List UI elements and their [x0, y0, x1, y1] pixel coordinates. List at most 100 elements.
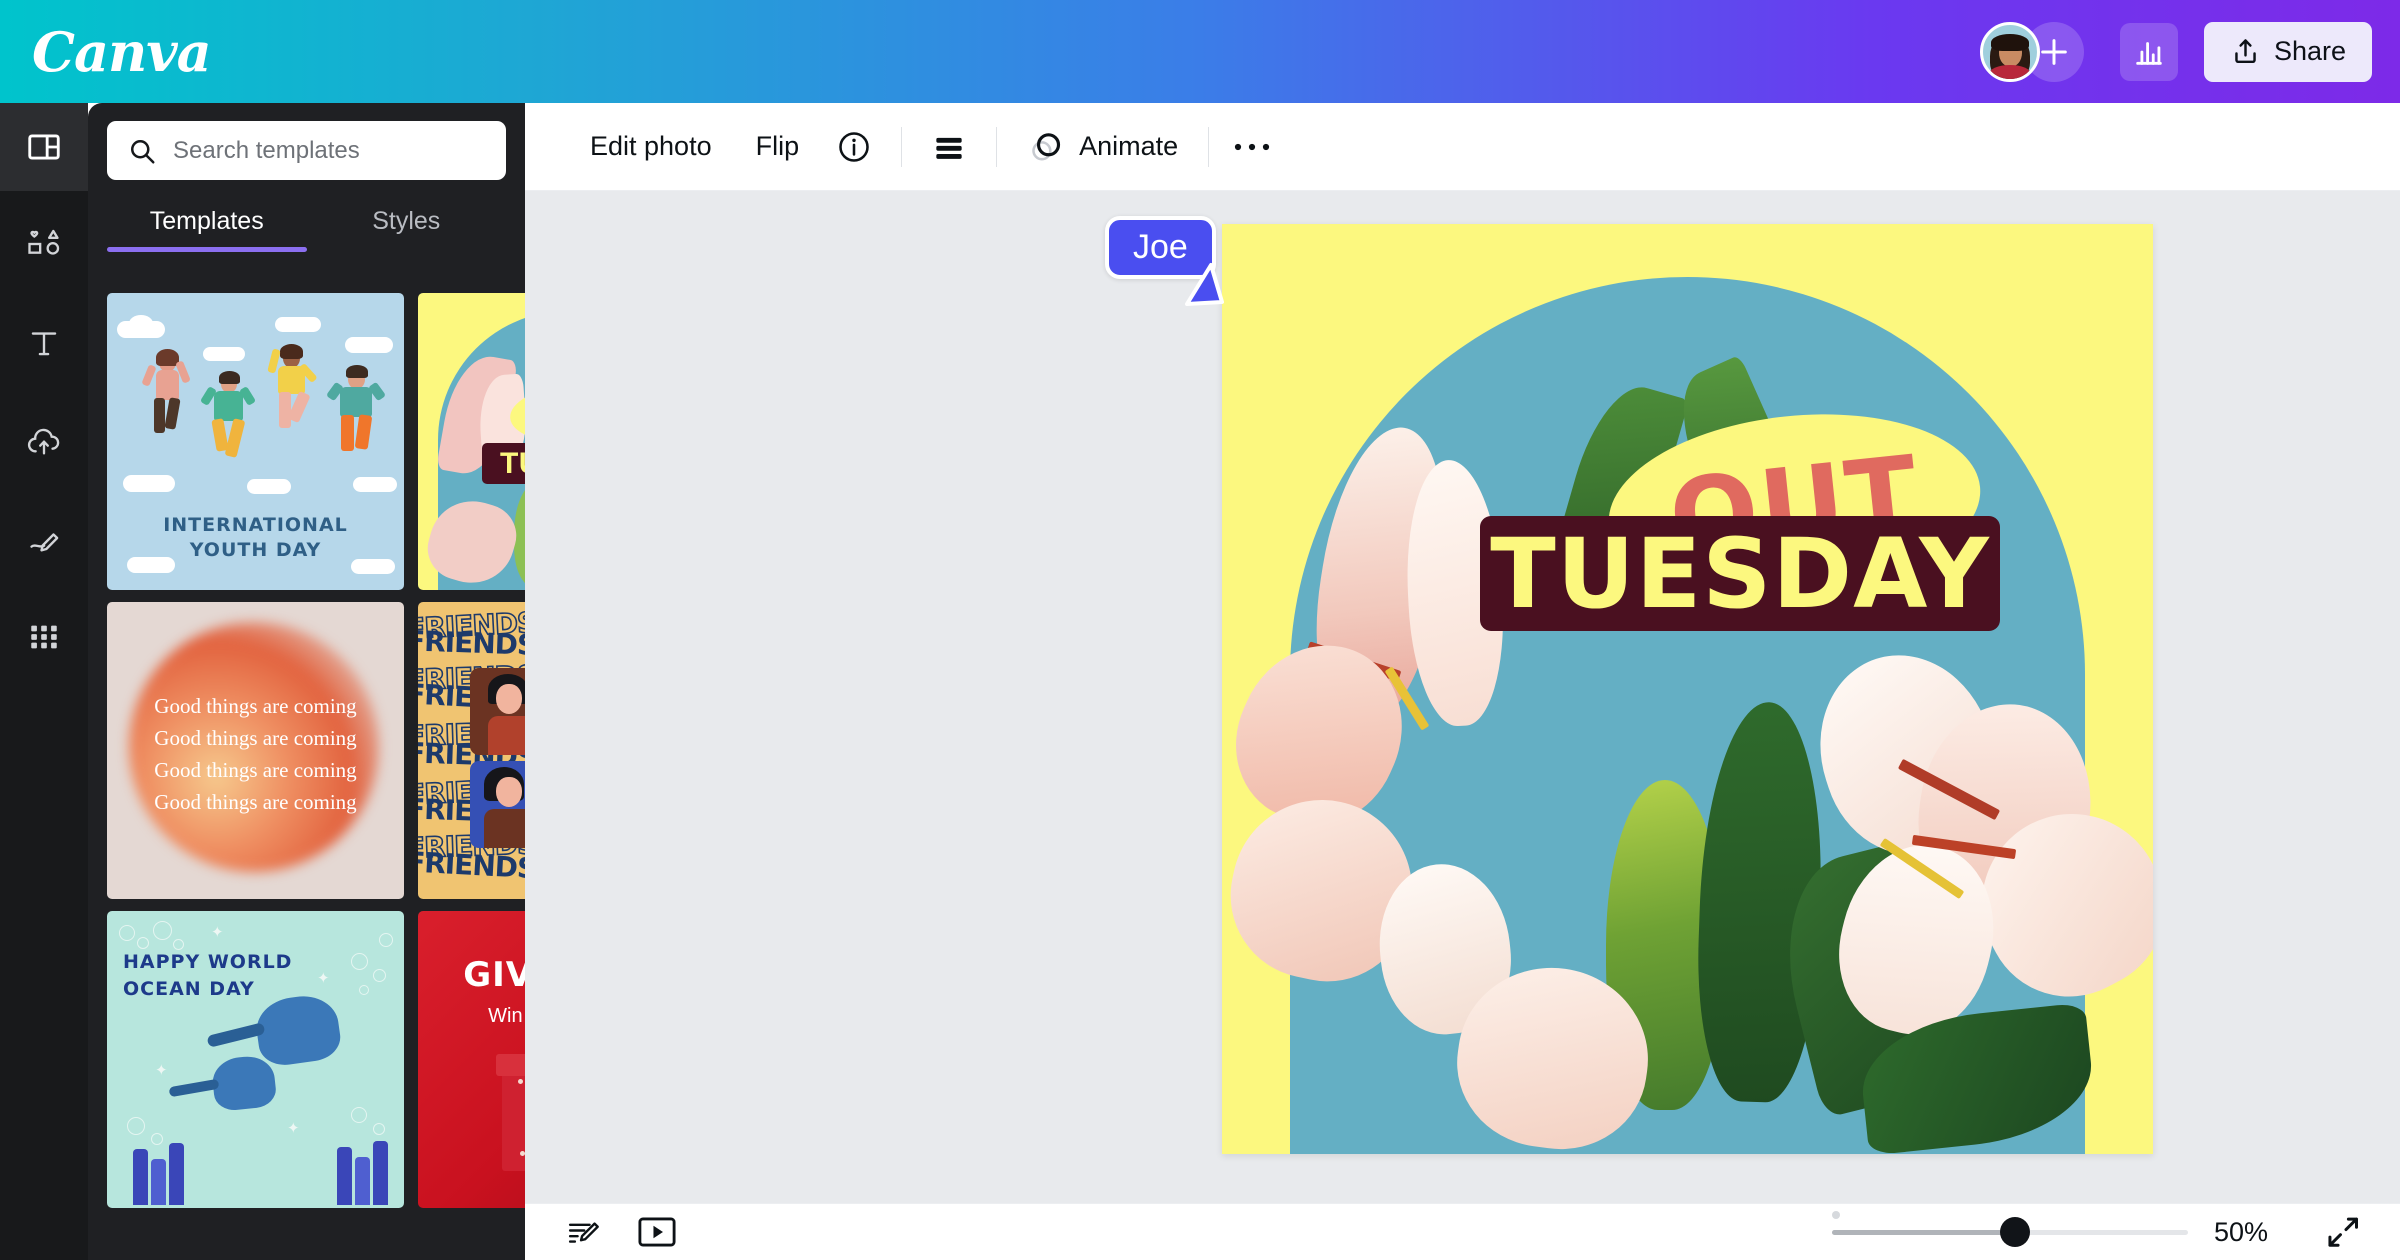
flip-button[interactable]: Flip — [734, 120, 822, 174]
sidebar-item-text[interactable] — [0, 299, 88, 387]
info-button[interactable] — [827, 120, 881, 174]
notes-button[interactable] — [557, 1208, 609, 1256]
present-play-icon — [638, 1217, 676, 1247]
cloud-shape — [203, 347, 245, 361]
tuesday-banner[interactable]: TUESDAY — [1480, 516, 2000, 631]
tab-styles[interactable]: Styles — [307, 193, 507, 252]
share-label: Share — [2273, 36, 2346, 66]
template-banner: TUESDAY — [482, 443, 525, 484]
canva-logo[interactable]: Canva — [32, 25, 212, 79]
person-illustration — [267, 343, 325, 453]
layout-panel-icon — [28, 134, 60, 160]
stats-button[interactable] — [2119, 22, 2178, 81]
toolbar-divider — [1208, 126, 1210, 167]
templates-panel: Templates Styles — [88, 103, 525, 1260]
template-grid: International youth day OUT TUESDAY Good… — [88, 293, 525, 1260]
template-thumbnail[interactable]: International youth day — [107, 293, 404, 590]
template-thumbnail[interactable]: Good things are coming Good things are c… — [107, 602, 404, 899]
animate-button[interactable]: Animate — [1011, 120, 1194, 174]
stingray-tail — [206, 1022, 266, 1048]
sidebar-item-apps[interactable] — [0, 593, 88, 681]
share-button[interactable]: Share — [2203, 21, 2372, 82]
person-cell — [470, 668, 525, 755]
more-options-button[interactable] — [1223, 120, 1281, 174]
animate-circles-icon — [1032, 132, 1061, 160]
text-t-icon — [31, 332, 57, 356]
template-thumbnail[interactable]: OUT TUESDAY — [418, 293, 525, 590]
gift-lid — [496, 1054, 525, 1076]
template-title: Happy world ocean day — [123, 951, 293, 1000]
search-bar[interactable] — [107, 121, 506, 180]
starfish-icon: ✦ — [155, 1062, 168, 1079]
template-thumbnail[interactable]: FRIENDSHIP DAY FRIENDSHIP DAY FRIENDSHIP… — [418, 602, 525, 899]
collaborator-cursor: Joe — [1105, 216, 1224, 306]
position-button[interactable] — [922, 120, 976, 174]
person-cell — [470, 761, 525, 848]
wordmark-text: FRIENDSHIP DAY — [418, 845, 525, 891]
lines-position-icon — [936, 137, 962, 159]
toolbar-divider — [901, 126, 903, 167]
zoom-slider-knob[interactable] — [2000, 1217, 2030, 1247]
template-text-block: Good things are coming Good things are c… — [154, 694, 357, 815]
cloud-shape — [247, 479, 291, 494]
zoom-slider[interactable] — [1832, 1211, 2188, 1247]
top-bar: Canva Share — [0, 0, 2400, 103]
person-illustration — [141, 349, 197, 455]
collaborators-group — [1979, 21, 2084, 82]
starfish-icon: ✦ — [287, 1120, 300, 1137]
avatar[interactable] — [1979, 21, 2040, 82]
canvas-stage[interactable]: OUT TUESDAY Joe — [525, 191, 2400, 1203]
bar-chart-icon — [2136, 41, 2162, 65]
design-canvas[interactable]: OUT TUESDAY — [1222, 224, 2153, 1154]
zoom-slider-fill — [1832, 1229, 2012, 1235]
template-headline: GIVEAWAY — [463, 955, 525, 995]
panel-tabs: Templates Styles — [107, 193, 506, 252]
toolbar-divider — [996, 126, 998, 167]
cloud-shape — [275, 317, 321, 332]
stingray-shape — [210, 1053, 278, 1113]
sidebar-item-draw[interactable] — [0, 495, 88, 583]
template-thumbnail[interactable]: ✦ ✦ ✦ ✦ Happy world ocean day — [107, 911, 404, 1208]
template-subhead: Win the easy way — [488, 1005, 525, 1027]
expand-arrows-icon — [2328, 1217, 2358, 1247]
avatar-body — [1988, 64, 2031, 79]
zoom-controls: 50% — [1832, 1209, 2368, 1255]
left-rail — [0, 103, 88, 1260]
stingray-tail — [168, 1078, 220, 1098]
upload-icon — [2235, 39, 2256, 64]
zoom-slider-min-dot — [1832, 1211, 1840, 1219]
photo-grid — [470, 668, 525, 848]
template-thumbnail[interactable]: GIVEAWAY Win the easy way — [418, 911, 525, 1208]
zoom-percentage: 50% — [2214, 1216, 2269, 1247]
sidebar-item-design[interactable] — [0, 103, 88, 191]
more-horizontal-icon — [1235, 143, 1270, 150]
cloud-shape — [123, 475, 175, 492]
animate-label: Animate — [1079, 131, 1179, 161]
search-icon — [131, 139, 155, 163]
pen-draw-icon — [30, 533, 59, 552]
present-button[interactable] — [631, 1208, 683, 1256]
shapes-icon — [28, 229, 60, 255]
stingray-shape — [252, 991, 344, 1069]
grid-apps-icon — [31, 625, 57, 649]
starfish-icon: ✦ — [317, 970, 330, 987]
info-circle-icon — [839, 131, 869, 162]
cloud-shape — [129, 315, 153, 332]
plus-icon — [2041, 38, 2067, 65]
edit-photo-button[interactable]: Edit photo — [568, 120, 734, 174]
sidebar-item-uploads[interactable] — [0, 397, 88, 485]
tab-templates[interactable]: Templates — [107, 193, 307, 252]
fullscreen-button[interactable] — [2318, 1209, 2368, 1255]
starfish-icon: ✦ — [211, 924, 224, 941]
search-input[interactable] — [173, 136, 473, 165]
cursor-arrow-icon — [1185, 263, 1224, 306]
template-title: International youth day — [163, 513, 348, 562]
cloud-shape — [353, 477, 397, 492]
bottom-bar: 50% — [525, 1203, 2400, 1260]
tuesday-text: TUESDAY — [1490, 517, 1990, 630]
cloud-upload-icon — [27, 428, 60, 455]
editor-toolbar: Edit photo Flip Animate — [525, 103, 2400, 191]
person-illustration — [199, 371, 261, 477]
sidebar-item-elements[interactable] — [0, 201, 88, 289]
cloud-shape — [345, 337, 393, 353]
